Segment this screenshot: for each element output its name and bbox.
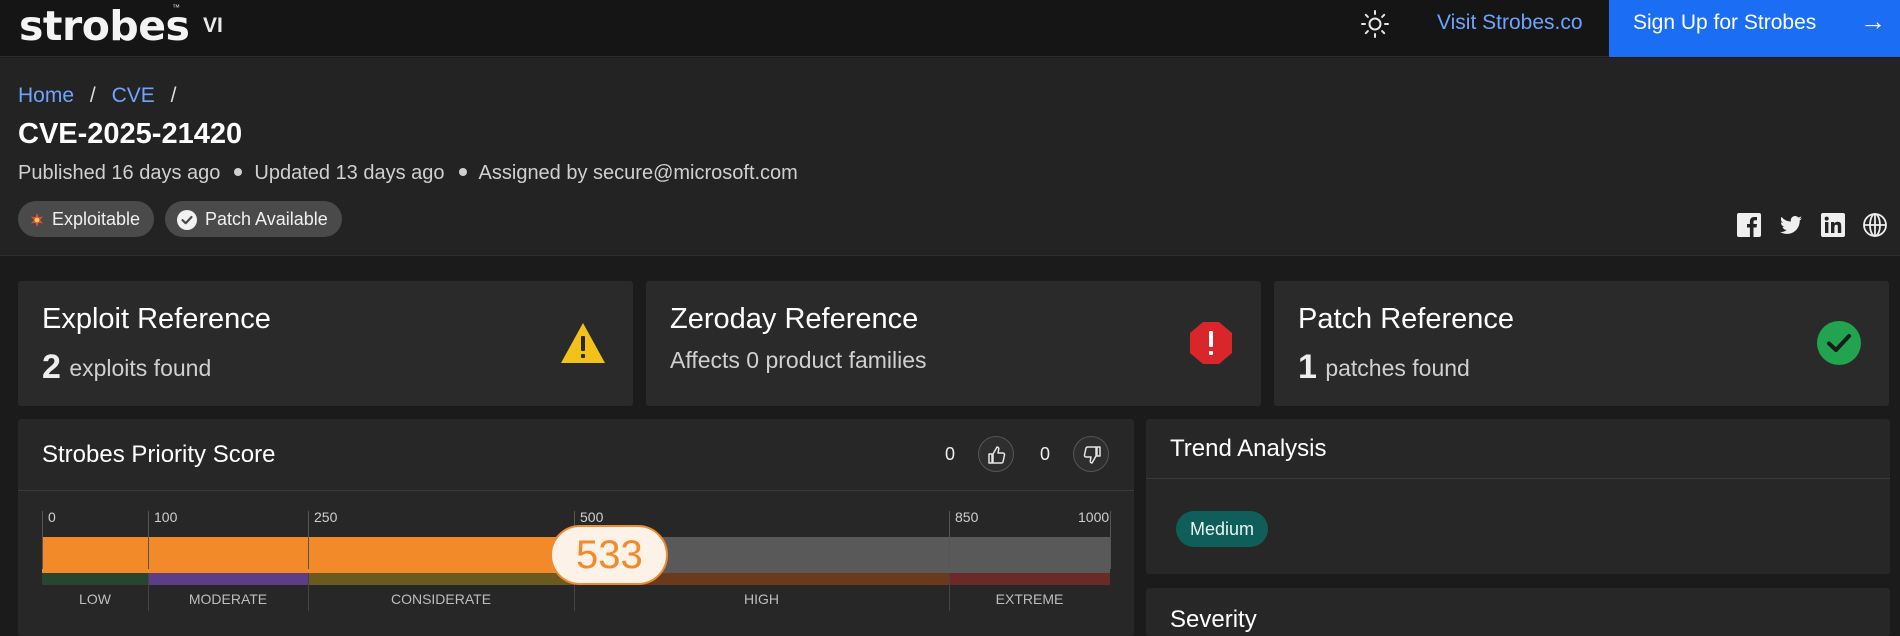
patch-count: 1: [1298, 348, 1317, 386]
warning-triangle-icon: [561, 323, 605, 363]
segment-band: [308, 573, 574, 585]
exploit-count: 2: [42, 348, 61, 386]
card-subtitle-text: exploits found: [69, 355, 212, 381]
card-subtitle-text: patches found: [1325, 355, 1470, 381]
card-subtitle: Affects 0 product families: [670, 347, 927, 373]
segment-label: CONSIDERATE: [390, 591, 492, 607]
updated-date: Updated 13 days ago: [254, 162, 445, 184]
exploit-burst-icon: [31, 213, 43, 228]
page-title: CVE-2025-21420: [18, 118, 243, 150]
panel-title: Severity: [1170, 606, 1257, 633]
scale-tick-label: 0: [48, 509, 56, 525]
panel-title: Trend Analysis: [1170, 435, 1327, 462]
priority-score-value: 533: [550, 525, 669, 585]
visit-strobes-link[interactable]: Visit Strobes.co: [1437, 11, 1583, 35]
severity-panel: Severity: [1146, 588, 1890, 636]
thumbs-down-icon: [1083, 446, 1101, 464]
meta-dot: [458, 168, 467, 177]
cve-meta: Published 16 days ago Updated 13 days ago…: [18, 162, 798, 185]
scale-tick-label: 250: [314, 509, 338, 525]
published-date: Published 16 days ago: [18, 162, 221, 184]
scale-tick-line: [308, 511, 309, 569]
trademark-mark: ™: [172, 3, 180, 12]
meta-dot: [234, 168, 243, 177]
patch-reference-card[interactable]: Patch Reference 1 patches found: [1274, 281, 1889, 406]
card-title: Exploit Reference: [42, 303, 271, 335]
score-fill: [42, 537, 610, 573]
segment-label: HIGH: [744, 591, 779, 607]
scale-tick-line: [42, 511, 43, 569]
arrow-right-icon: →: [1860, 6, 1886, 36]
scale-tick-line: [1110, 511, 1111, 569]
panel-header: Strobes Priority Score 0 0: [18, 419, 1134, 491]
scale-tick-label: 100: [154, 509, 178, 525]
top-navigation-bar: strobes ™ VI Visit Strobes.co Sign Up fo…: [0, 0, 1900, 57]
strobes-logo[interactable]: strobes: [19, 2, 190, 50]
segment-label: MODERATE: [188, 591, 268, 607]
check-circle-icon: [177, 210, 197, 231]
exploit-reference-card[interactable]: Exploit Reference 2 exploits found: [18, 281, 633, 406]
scale-tick-label: 500: [580, 509, 604, 525]
sun-icon[interactable]: [1360, 9, 1390, 39]
card-title: Zeroday Reference: [670, 303, 919, 335]
breadcrumb-separator: /: [170, 84, 177, 107]
trend-analysis-panel: Trend Analysis Medium: [1146, 419, 1890, 574]
segment-band: [42, 573, 148, 585]
linkedin-icon[interactable]: [1820, 212, 1846, 238]
patch-available-tag[interactable]: Patch Available: [165, 201, 342, 237]
signup-button[interactable]: Sign Up for Strobes →: [1609, 0, 1900, 57]
panel-header: Trend Analysis: [1146, 419, 1890, 479]
exploitable-tag[interactable]: Exploitable: [18, 201, 155, 237]
cve-header: Home / CVE / CVE-2025-21420 Published 16…: [0, 58, 1900, 256]
breadcrumb-home[interactable]: Home: [18, 84, 74, 107]
signup-label: Sign Up for Strobes: [1633, 11, 1817, 34]
breadcrumb-cve[interactable]: CVE: [112, 84, 155, 107]
segment-label: LOW: [79, 591, 111, 607]
card-subtitle: 1 patches found: [1298, 348, 1470, 387]
breadcrumb: Home / CVE /: [18, 84, 186, 108]
exploitable-label: Exploitable: [52, 209, 141, 229]
twitter-icon[interactable]: [1778, 212, 1804, 238]
downvote-count: 0: [1040, 444, 1051, 464]
patch-available-label: Patch Available: [205, 209, 328, 229]
segment-band: [949, 573, 1110, 585]
check-circle-icon: [1817, 321, 1861, 365]
thumbs-up-button[interactable]: [978, 436, 1014, 472]
globe-icon[interactable]: [1862, 212, 1888, 238]
thumbs-down-button[interactable]: [1073, 436, 1109, 472]
scale-tick-line: [949, 511, 950, 569]
segment-label: EXTREME: [995, 591, 1064, 607]
facebook-icon[interactable]: [1736, 212, 1762, 238]
scale-tick-label: 850: [955, 509, 979, 525]
upvote-count: 0: [945, 444, 956, 464]
scale-tick-line: [148, 511, 149, 569]
scale-tick-label: 1000: [1078, 509, 1110, 525]
breadcrumb-separator: /: [89, 84, 96, 107]
assigner: Assigned by secure@microsoft.com: [478, 162, 798, 184]
segment-band: [148, 573, 308, 585]
trend-level-badge: Medium: [1176, 511, 1269, 547]
zeroday-reference-card[interactable]: Zeroday Reference Affects 0 product fami…: [646, 281, 1261, 406]
panel-title: Strobes Priority Score: [42, 441, 276, 468]
logo-suffix: VI: [203, 14, 223, 37]
thumbs-up-icon: [988, 446, 1006, 464]
card-subtitle: 2 exploits found: [42, 348, 211, 387]
card-title: Patch Reference: [1298, 303, 1515, 335]
alert-octagon-icon: [1190, 322, 1232, 364]
